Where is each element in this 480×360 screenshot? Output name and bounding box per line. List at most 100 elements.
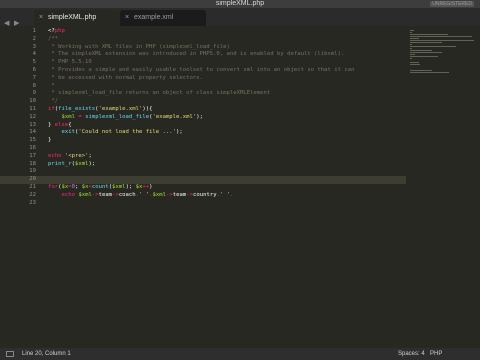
code-text: } (48, 137, 52, 144)
minimap-line (410, 50, 432, 51)
syntax-mode[interactable]: PHP (430, 348, 442, 360)
code-text: * The simpleXML extension was introduced… (48, 51, 345, 58)
minimap-line (410, 40, 474, 41)
code-line[interactable]: 17 echo '<pre>'; (0, 153, 406, 161)
cursor-position: Line 20, Column 1 (22, 351, 71, 357)
code-editor[interactable]: 1 <?php 2 /** 3 * Working with XML files in … (0, 26, 480, 348)
code-line[interactable]: 9 * simplexml_load_file returns an objec… (0, 90, 406, 98)
line-number: 2 (32, 35, 36, 42)
code-line[interactable]: 16 (0, 145, 406, 153)
tab-label: simpleXML.php (48, 14, 97, 21)
panel-toggle-icon[interactable] (6, 351, 14, 357)
window-title: simpleXML.php (215, 0, 265, 7)
code-line[interactable]: 7 * be accessed with normal property sel… (0, 75, 406, 83)
line-number: 1 (32, 28, 36, 34)
code-text: * Working with XML files in PHP (simplex… (48, 43, 230, 50)
code-text: /** (48, 35, 59, 42)
code-lines[interactable]: 1 <?php 2 /** 3 * Working with XML files in … (0, 28, 406, 207)
line-number: 17 (29, 152, 36, 159)
line-number: 12 (29, 113, 36, 120)
code-line[interactable]: 12 $xml = simplexml_load_file('example.x… (0, 114, 406, 122)
line-number: 9 (32, 90, 36, 97)
tab-label: example.xml (134, 14, 174, 21)
code-line[interactable]: 1 <?php (0, 28, 406, 36)
code-text: * Provides a simple and easily usable to… (48, 66, 355, 73)
line-number: 7 (32, 74, 36, 81)
minimap-line (410, 46, 457, 47)
code-line[interactable]: 6 * Provides a simple and easily usable … (0, 67, 406, 75)
line-number: 13 (29, 121, 36, 128)
minimap[interactable] (406, 26, 480, 86)
minimap-line (410, 58, 412, 59)
code-line[interactable]: 5 * PHP 5.5.10 (0, 59, 406, 67)
indentation-setting[interactable]: Spaces: 4 (398, 348, 425, 360)
minimap-line (410, 70, 432, 71)
code-text: * be accessed with normal property selec… (48, 74, 203, 81)
line-number: 8 (32, 82, 36, 89)
code-text: */ (48, 98, 59, 105)
code-text: <?php (48, 28, 65, 34)
close-icon[interactable]: × (39, 10, 43, 26)
line-number: 4 (32, 51, 36, 58)
code-text: echo '<pre>'; (48, 152, 92, 159)
code-line[interactable]: 14 exit('Could not load the file ...'); (0, 129, 406, 137)
tab-example-xml[interactable]: × example.xml (120, 10, 206, 26)
code-line[interactable]: 8 * (0, 83, 406, 91)
minimap-line (410, 42, 443, 43)
code-text: print_r($xml); (48, 160, 96, 167)
code-text: * (48, 82, 55, 89)
code-line[interactable]: 20 (0, 176, 406, 184)
line-number: 5 (32, 59, 36, 66)
code-line[interactable]: 10 */ (0, 98, 406, 106)
code-line[interactable]: 22 echo $xml->team->coach.' '.$xml->team… (0, 192, 406, 200)
line-number: 20 (29, 176, 36, 183)
minimap-line (410, 62, 420, 63)
minimap-line (410, 72, 449, 73)
line-number: 22 (29, 191, 36, 198)
code-line[interactable]: 15} (0, 137, 406, 145)
title-bar: simpleXML.php UNREGISTERED (0, 0, 480, 8)
code-text: * simplexml_load_file returns an object … (48, 90, 271, 97)
minimap-line (410, 38, 420, 39)
code-line[interactable]: 23 (0, 200, 406, 208)
code-line[interactable]: 21 for($x=0; $x<count($xml); $x++) (0, 184, 406, 192)
code-line[interactable]: 19 (0, 168, 406, 176)
line-number: 10 (29, 98, 36, 105)
code-text: if(file_exists('example.xml')){ (48, 105, 153, 112)
minimap-line (410, 44, 412, 45)
code-text: } else{ (48, 121, 72, 128)
line-number: 18 (29, 160, 36, 167)
tab-bar: ◀ ▶ × simpleXML.php × example.xml (0, 8, 480, 27)
minimap-line (410, 54, 415, 55)
line-number: 23 (29, 199, 36, 206)
close-icon[interactable]: × (125, 10, 129, 26)
minimap-line (410, 64, 420, 65)
minimap-line (410, 34, 448, 35)
minimap-line (410, 30, 414, 31)
line-number: 16 (29, 144, 36, 151)
line-number: 11 (29, 105, 36, 112)
line-number: 19 (29, 168, 36, 175)
line-number: 21 (29, 183, 36, 190)
line-number: 3 (32, 43, 36, 50)
code-text: for($x=0; $x<count($xml); $x++) (48, 183, 153, 190)
minimap-line (410, 32, 413, 33)
tab-simplexml-php[interactable]: × simpleXML.php (34, 10, 120, 26)
code-line[interactable]: 11 if(file_exists('example.xml')){ (0, 106, 406, 114)
code-text: exit('Could not load the file ...'); (61, 129, 183, 136)
code-line[interactable]: 4 * The simpleXML extension was introduc… (0, 51, 406, 59)
code-line[interactable]: 3 * Working with XML files in PHP (simpl… (0, 44, 406, 52)
line-number: 14 (29, 129, 36, 136)
status-bar: Line 20, Column 1 Spaces: 4 PHP (0, 348, 480, 360)
minimap-line (410, 48, 413, 49)
code-line[interactable]: 2 /** (0, 36, 406, 44)
code-line[interactable]: 13 } else{ (0, 122, 406, 130)
minimap-line (410, 56, 438, 57)
unregistered-badge: UNREGISTERED (430, 1, 474, 7)
minimap-line (410, 52, 443, 53)
line-number: 15 (29, 137, 36, 144)
minimap-line (410, 36, 472, 37)
code-line[interactable]: 18 print_r($xml); (0, 161, 406, 169)
code-text: echo $xml->team->coach.' '.$xml->team->c… (61, 191, 234, 198)
line-number: 6 (32, 66, 36, 73)
